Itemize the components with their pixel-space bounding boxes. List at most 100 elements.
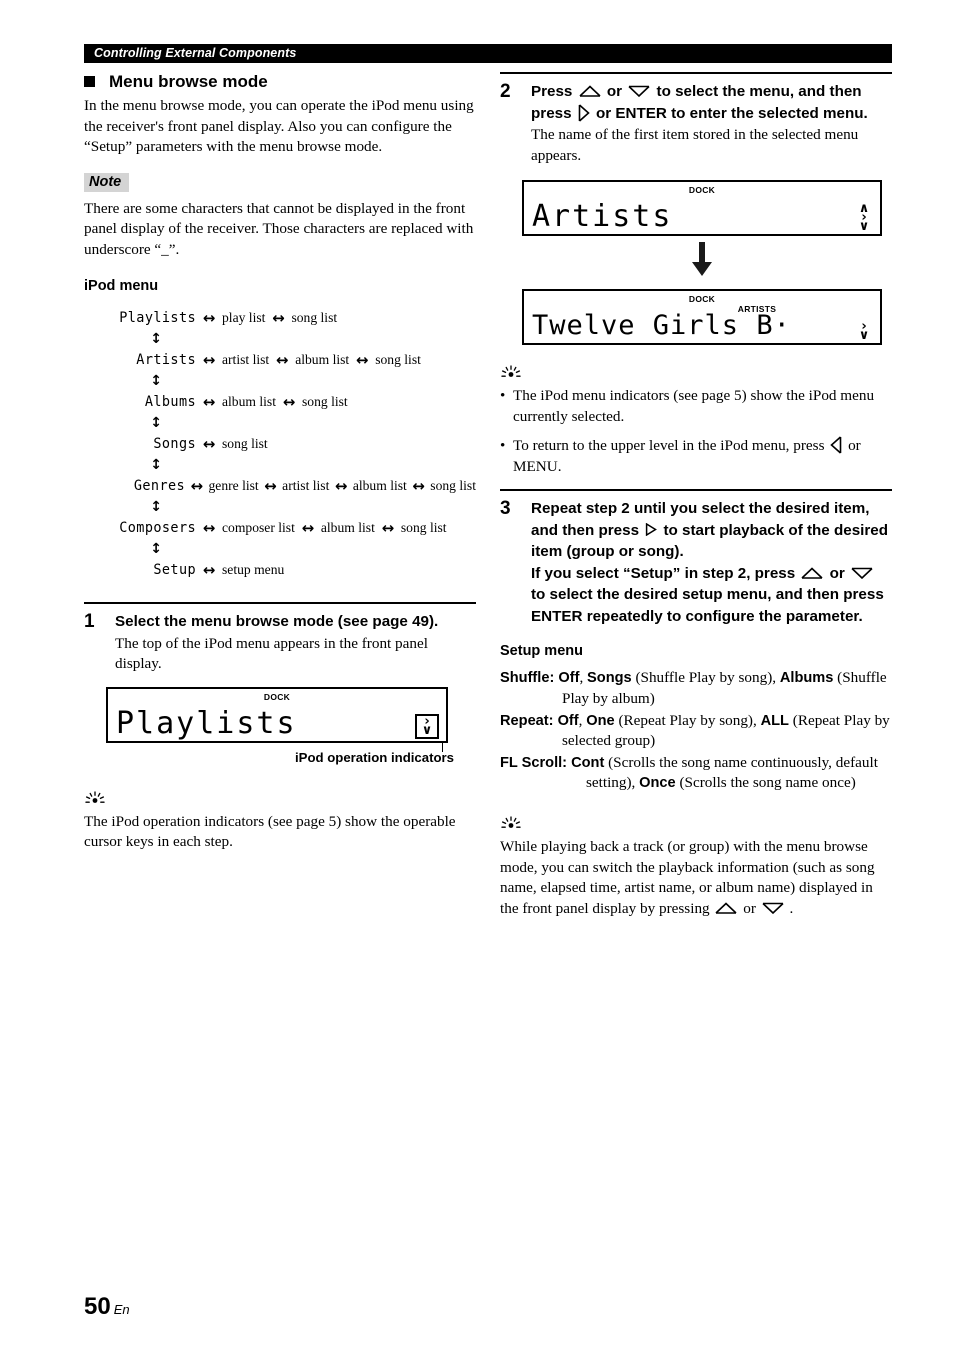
note-label: Note — [84, 172, 130, 192]
down-arrow-icon — [692, 242, 712, 276]
tree-horizontal-arrow-icon: ↔ — [202, 393, 216, 411]
note-block: Note There are some characters that cann… — [84, 172, 476, 261]
tip-3-part-3: . — [789, 899, 794, 917]
tree-row: Setup ↔ setup menu — [84, 560, 476, 580]
indicator-down-icon: ∨ — [858, 328, 870, 343]
setup-option-description: (Shuffle Play by song), — [631, 669, 780, 687]
tip-sunburst-icon — [501, 816, 521, 828]
tree-vertical-link: ↕ — [84, 538, 476, 560]
step-1: 1 Select the menu browse mode (see page … — [84, 611, 476, 675]
ipod-menu-heading: iPod menu — [84, 278, 159, 294]
tip-3-text: While playing back a track (or group) wi… — [500, 837, 892, 919]
setup-menu-item: FL Scroll: Cont (Scrolls the song name c… — [500, 753, 892, 794]
tree-horizontal-arrow-icon: ↔ — [275, 351, 289, 369]
cursor-down-icon — [851, 567, 873, 579]
tree-vertical-link: ↕ — [84, 328, 476, 350]
setup-menu-item-label: Repeat: — [500, 712, 558, 729]
step-2-description: The name of the first item stored in the… — [531, 126, 859, 164]
tree-vertical-arrow-icon: ↕ — [150, 499, 162, 515]
ipod-operation-indicators: › ∨ — [854, 320, 874, 343]
tree-menu-name: Setup — [153, 561, 196, 579]
setup-option-description: , — [579, 669, 588, 687]
tree-menu-name: Composers — [119, 519, 196, 537]
tip-sunburst-icon — [85, 790, 105, 803]
step-2: 2 Press or to select the menu, and then … — [500, 81, 892, 166]
tree-item-label: song list — [400, 520, 447, 535]
tree-vertical-arrow-icon: ↕ — [150, 457, 162, 473]
step-2-number: 2 — [500, 81, 511, 102]
intro-paragraph: In the menu browse mode, you can operate… — [84, 97, 474, 155]
step-1-number: 1 — [84, 611, 95, 632]
step-3-title: Repeat step 2 until you select the desir… — [531, 498, 892, 627]
tree-horizontal-arrow-icon: ↔ — [202, 519, 216, 537]
tree-menu-name: Albums — [144, 393, 196, 411]
note-text: There are some characters that cannot be… — [84, 199, 474, 258]
step-2-title-part-4: or ENTER to enter the selected menu. — [596, 104, 868, 122]
tree-vertical-arrow-icon: ↕ — [150, 541, 162, 557]
page-language-code: En — [113, 1302, 130, 1317]
setup-menu-item: Repeat: Off, One (Repeat Play by song), … — [500, 711, 892, 752]
step-3-title-part-4: or — [829, 564, 845, 582]
step-3-number: 3 — [500, 498, 511, 520]
section-heading-label: Menu browse mode — [109, 72, 268, 91]
setup-menu-item: Shuffle: Off, Songs (Shuffle Play by son… — [500, 668, 892, 709]
tree-item-label: album list — [320, 520, 375, 535]
tree-horizontal-arrow-icon: ↔ — [202, 435, 216, 453]
setup-option-value: Albums — [779, 670, 834, 687]
square-bullet-icon — [84, 76, 95, 87]
step-2-title: Press or to select the menu, and then pr… — [531, 81, 892, 124]
page-footer: 50 En — [84, 1293, 130, 1321]
tree-item-label: genre list — [208, 478, 259, 493]
tip-2-bullet-1: • The iPod menu indicators (see page 5) … — [500, 386, 892, 427]
tree-row: Composers ↔ composer list ↔ album list ↔ song … — [84, 518, 476, 538]
setup-menu-item-label: FL Scroll: — [500, 754, 572, 771]
tree-vertical-arrow-icon: ↕ — [150, 415, 162, 431]
tree-menu-name: Genres — [133, 477, 186, 495]
tree-vertical-link: ↕ — [84, 496, 476, 518]
tree-item-label: artist list — [222, 352, 270, 367]
tree-horizontal-arrow-icon: ↔ — [202, 309, 216, 327]
step-divider — [84, 602, 476, 604]
tree-horizontal-arrow-icon: ↔ — [190, 477, 204, 495]
step-2-title-part-1: Press — [531, 83, 573, 100]
tree-item-label: song list — [291, 310, 338, 325]
tree-vertical-arrow-icon: ↕ — [150, 331, 162, 347]
tree-horizontal-arrow-icon: ↔ — [381, 519, 395, 537]
tree-vertical-link: ↕ — [84, 412, 476, 434]
tree-menu-name: Artists — [136, 351, 196, 369]
setup-menu-list: Shuffle: Off, Songs (Shuffle Play by son… — [500, 668, 892, 794]
setup-option-value: Songs — [587, 670, 632, 687]
tree-horizontal-arrow-icon: ↔ — [355, 351, 369, 369]
tree-horizontal-arrow-icon: ↔ — [264, 477, 277, 495]
setup-option-value: Cont — [571, 754, 605, 771]
tree-row: Artists ↔ artist list ↔ album list ↔ song list — [84, 350, 476, 370]
dock-indicator-label: DOCK — [688, 185, 716, 195]
step-3: 3 Repeat step 2 until you select the des… — [500, 498, 892, 627]
front-panel-display-twelve-girls: DOCK ARTISTS Twelve Girls B· › ∨ — [522, 289, 882, 345]
tree-item-label: album list — [295, 352, 350, 367]
cursor-up-icon — [801, 567, 823, 579]
dock-indicator-label: DOCK — [263, 691, 291, 702]
setup-option-description: (Repeat Play by song), — [614, 711, 761, 729]
tree-item-label: album list — [222, 394, 276, 409]
tree-row: Playlists ↔ play list ↔ song list — [84, 308, 476, 328]
flow-arrow-container — [522, 242, 882, 283]
tree-horizontal-arrow-icon: ↔ — [282, 393, 296, 411]
cursor-down-icon — [628, 85, 650, 97]
step-2-title-part-2: or — [606, 83, 623, 100]
ipod-operation-indicators: ∧ › ∨ — [854, 202, 874, 233]
step-3-title-part-3: If you select “Setup” in step 2, press — [531, 564, 796, 582]
tip-2-bullet-2-text: To return to the upper level in the iPod… — [513, 436, 892, 477]
step-1-title: Select the menu browse mode (see page 49… — [115, 613, 439, 630]
tree-row: Genres ↔ genre list ↔ artist list ↔ album list… — [84, 476, 476, 496]
tree-menu-name: Songs — [153, 435, 196, 453]
tree-vertical-arrow-icon: ↕ — [150, 373, 162, 389]
cursor-up-icon — [579, 85, 601, 97]
bullet-dot-icon: • — [500, 387, 506, 404]
tip-1-text: The iPod operation indicators (see page … — [84, 812, 456, 851]
setup-option-value: Off — [557, 712, 579, 729]
step-3-title-part-5: to select the desired setup menu, and th… — [531, 586, 884, 625]
setup-option-value: Once — [639, 775, 676, 792]
step-divider — [500, 489, 892, 492]
cursor-left-icon — [830, 436, 842, 454]
